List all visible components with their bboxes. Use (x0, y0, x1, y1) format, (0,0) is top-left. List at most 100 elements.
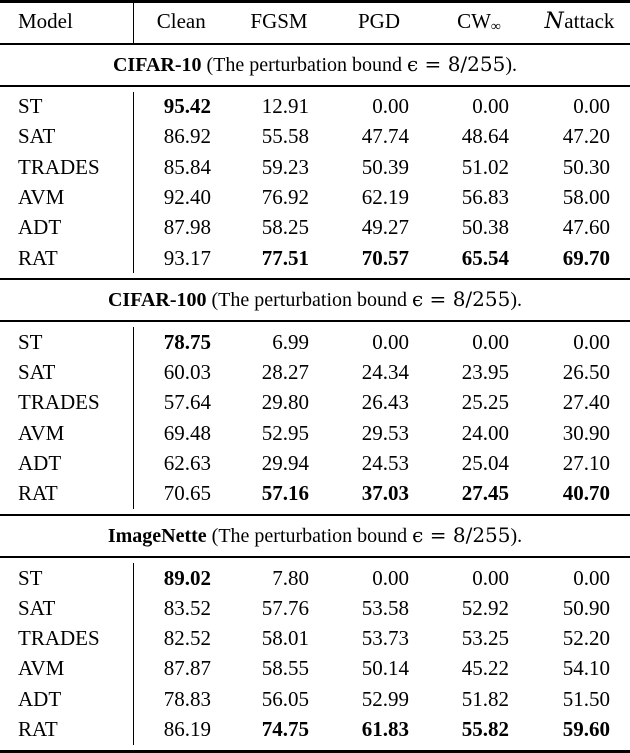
row-model-name: ST (18, 565, 43, 590)
cell-nattack: 0.00 (573, 329, 610, 354)
cell-cw: 51.02 (461, 154, 509, 179)
cell-clean: 87.98 (132, 212, 229, 243)
cell-clean: 69.48 (132, 418, 229, 449)
cell-cw: 0.00 (472, 94, 509, 119)
infinity-subscript: ∞ (490, 19, 501, 35)
column-header-model: Model (18, 9, 73, 33)
table-bottom-rule (0, 749, 630, 753)
section-caption-cifar100: CIFAR-100 (The perturbation bound ϵ = 8/… (0, 280, 630, 320)
rule-line (0, 749, 630, 753)
section-header-cifar100: CIFAR-100 (The perturbation bound ϵ = 8/… (0, 280, 630, 320)
row-model-name: SAT (18, 124, 56, 149)
row-model-name: AVM (18, 420, 65, 445)
perturbation-bound-value: 8/255 (452, 287, 511, 312)
table-row: ST 89.02 7.80 0.00 0.00 0.00 (0, 563, 630, 594)
perturbation-bound-value: 8/255 (447, 51, 506, 76)
column-header-nattack-label: attack (564, 9, 615, 33)
row-model-name: RAT (18, 717, 58, 742)
cell-cw: 50.38 (461, 215, 509, 240)
cell-fgsm: 59.23 (261, 154, 309, 179)
cell-pgd: 50.14 (361, 656, 409, 681)
row-model-name: AVM (18, 184, 65, 209)
table-row: AVM 87.87 58.55 50.14 45.22 54.10 (0, 653, 630, 685)
epsilon-symbol: ϵ (407, 51, 419, 76)
cell-pgd: 0.00 (372, 565, 409, 590)
column-header-pgd: PGD (329, 3, 429, 43)
row-model-name: TRADES (18, 626, 100, 651)
cell-nattack: 69.70 (562, 245, 610, 270)
table-row: ST 78.75 6.99 0.00 0.00 0.00 (0, 327, 630, 358)
cell-clean: 83.52 (132, 593, 229, 624)
cell-cw: 0.00 (472, 329, 509, 354)
cell-cw: 48.64 (461, 124, 509, 149)
cell-pgd: 61.83 (361, 717, 409, 742)
cell-fgsm: 76.92 (261, 184, 309, 209)
column-header-cw: CW∞ (429, 3, 529, 43)
table-row: ADT 87.98 58.25 49.27 50.38 47.60 (0, 212, 630, 243)
cell-clean: 92.40 (132, 182, 229, 213)
section-caption-post: ). (510, 525, 523, 548)
cell-nattack: 59.60 (562, 717, 610, 742)
table-row: SAT 60.03 28.27 24.34 23.95 26.50 (0, 357, 630, 388)
cell-pgd: 62.19 (361, 184, 409, 209)
cell-fgsm: 56.05 (261, 686, 309, 711)
perturbation-bound-value: 8/255 (452, 523, 511, 548)
cell-pgd: 47.74 (361, 124, 409, 149)
row-model-name: TRADES (18, 154, 100, 179)
cell-clean: 62.63 (132, 448, 229, 479)
cell-nattack: 51.50 (562, 686, 610, 711)
cell-nattack: 40.70 (562, 481, 610, 506)
section-dataset-name: CIFAR-100 (107, 289, 207, 312)
cell-pgd: 37.03 (361, 481, 409, 506)
cell-clean: 78.83 (132, 684, 229, 715)
cell-cw: 24.00 (461, 420, 509, 445)
cell-nattack: 26.50 (562, 360, 610, 385)
cell-nattack: 0.00 (573, 94, 610, 119)
cell-fgsm: 58.55 (261, 656, 309, 681)
equals-sign: = (418, 51, 448, 76)
row-model-name: TRADES (18, 390, 100, 415)
table-row: RAT 93.17 77.51 70.57 65.54 69.70 (0, 243, 630, 274)
section-caption-pre: (The perturbation bound (206, 525, 413, 548)
cell-cw: 45.22 (461, 656, 509, 681)
table-row: RAT 86.19 74.75 61.83 55.82 59.60 (0, 714, 630, 745)
column-header-cw-label: CW (457, 9, 491, 33)
column-header-nattack: Nattack (529, 3, 630, 43)
cell-nattack: 27.10 (562, 450, 610, 475)
section-header-cifar10: CIFAR-10 (The perturbation bound ϵ = 8/2… (0, 45, 630, 85)
cell-cw: 56.83 (461, 184, 509, 209)
cell-cw: 55.82 (461, 717, 509, 742)
cell-clean: 95.42 (132, 91, 229, 122)
cell-fgsm: 77.51 (261, 245, 309, 270)
cell-clean: 93.17 (132, 243, 229, 274)
cell-clean: 86.19 (132, 714, 229, 745)
row-model-name: RAT (18, 245, 58, 270)
results-table: Model Clean FGSM PGD CW∞ Nattack CIFAR-10 (The… (0, 0, 630, 753)
cell-nattack: 54.10 (562, 656, 610, 681)
cell-nattack: 47.60 (562, 215, 610, 240)
section-caption-post: ). (505, 53, 517, 76)
cell-fgsm: 7.80 (272, 565, 309, 590)
table-row: AVM 92.40 76.92 62.19 56.83 58.00 (0, 182, 630, 213)
table-row: TRADES 57.64 29.80 26.43 25.25 27.40 (0, 387, 630, 419)
cell-fgsm: 57.76 (261, 595, 309, 620)
cell-nattack: 27.40 (562, 390, 610, 415)
equals-sign: = (423, 523, 453, 548)
table-row: TRADES 85.84 59.23 50.39 51.02 50.30 (0, 152, 630, 183)
cell-nattack: 52.20 (562, 626, 610, 651)
section-caption-cifar10: CIFAR-10 (The perturbation bound ϵ = 8/2… (0, 45, 630, 85)
cell-pgd: 49.27 (361, 215, 409, 240)
table-row: SAT 86.92 55.58 47.74 48.64 47.20 (0, 121, 630, 153)
cell-pgd: 0.00 (372, 94, 409, 119)
cell-fgsm: 58.25 (261, 215, 309, 240)
section-caption-post: ). (510, 289, 522, 312)
cell-pgd: 52.99 (361, 686, 409, 711)
cell-fgsm: 57.16 (261, 481, 309, 506)
row-model-name: ST (18, 94, 43, 119)
column-header-clean: Clean (132, 3, 229, 43)
cell-fgsm: 58.01 (261, 626, 309, 651)
cell-pgd: 0.00 (372, 329, 409, 354)
table-row: SAT 83.52 57.76 53.58 52.92 50.90 (0, 593, 630, 624)
cell-fgsm: 55.58 (261, 124, 309, 149)
cell-clean: 57.64 (132, 387, 229, 419)
